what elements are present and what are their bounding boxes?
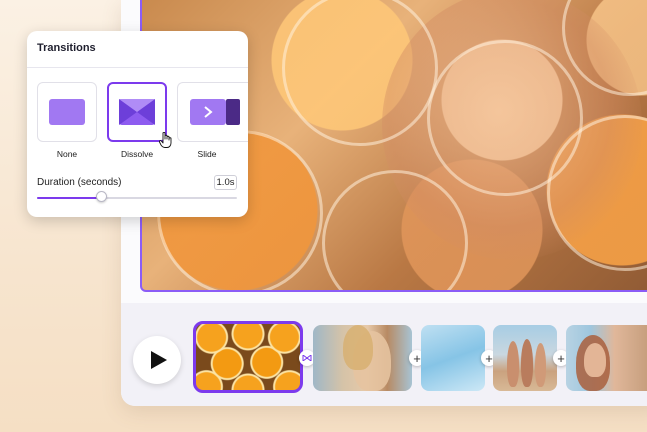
transition-link-icon bbox=[302, 355, 312, 361]
clip-subject bbox=[507, 341, 519, 387]
timeline-clip-beach[interactable] bbox=[493, 325, 557, 391]
clip-hair bbox=[343, 325, 373, 370]
transition-option-dissolve[interactable] bbox=[107, 82, 167, 142]
timeline-clip-portrait[interactable] bbox=[566, 325, 647, 391]
plus-icon: + bbox=[413, 350, 421, 366]
transition-option-slide[interactable] bbox=[177, 82, 248, 142]
duration-slider-thumb[interactable] bbox=[95, 191, 107, 202]
transition-option-slide-label: Slide bbox=[197, 149, 217, 159]
clip-subject bbox=[584, 343, 606, 377]
cursor-hand-icon bbox=[159, 132, 172, 148]
duration-slider[interactable] bbox=[37, 197, 237, 199]
play-icon bbox=[151, 351, 167, 369]
timeline-clip-oranges[interactable] bbox=[193, 321, 303, 393]
transitions-panel: Transitions None Dissolve Slide Duration… bbox=[27, 31, 248, 217]
plus-icon: + bbox=[557, 350, 565, 366]
plus-icon: + bbox=[485, 350, 493, 366]
clip-subject bbox=[535, 343, 546, 387]
clip-subject bbox=[521, 339, 533, 387]
transition-option-none-label: None bbox=[56, 149, 78, 159]
duration-input[interactable]: 1.0s bbox=[214, 175, 237, 190]
timeline-clip-woman[interactable] bbox=[313, 325, 412, 391]
panel-title: Transitions bbox=[37, 42, 96, 54]
transition-option-dissolve-label: Dissolve bbox=[120, 149, 154, 159]
divider bbox=[27, 67, 248, 68]
duration-slider-fill bbox=[37, 197, 101, 199]
play-button[interactable] bbox=[133, 336, 181, 384]
dissolve-transition-icon bbox=[119, 99, 155, 125]
timeline-clip-sky[interactable] bbox=[421, 325, 485, 391]
transition-option-none[interactable] bbox=[37, 82, 97, 142]
duration-label: Duration (seconds) bbox=[37, 177, 122, 188]
slide-transition-icon bbox=[190, 99, 240, 125]
none-transition-icon bbox=[49, 99, 85, 125]
